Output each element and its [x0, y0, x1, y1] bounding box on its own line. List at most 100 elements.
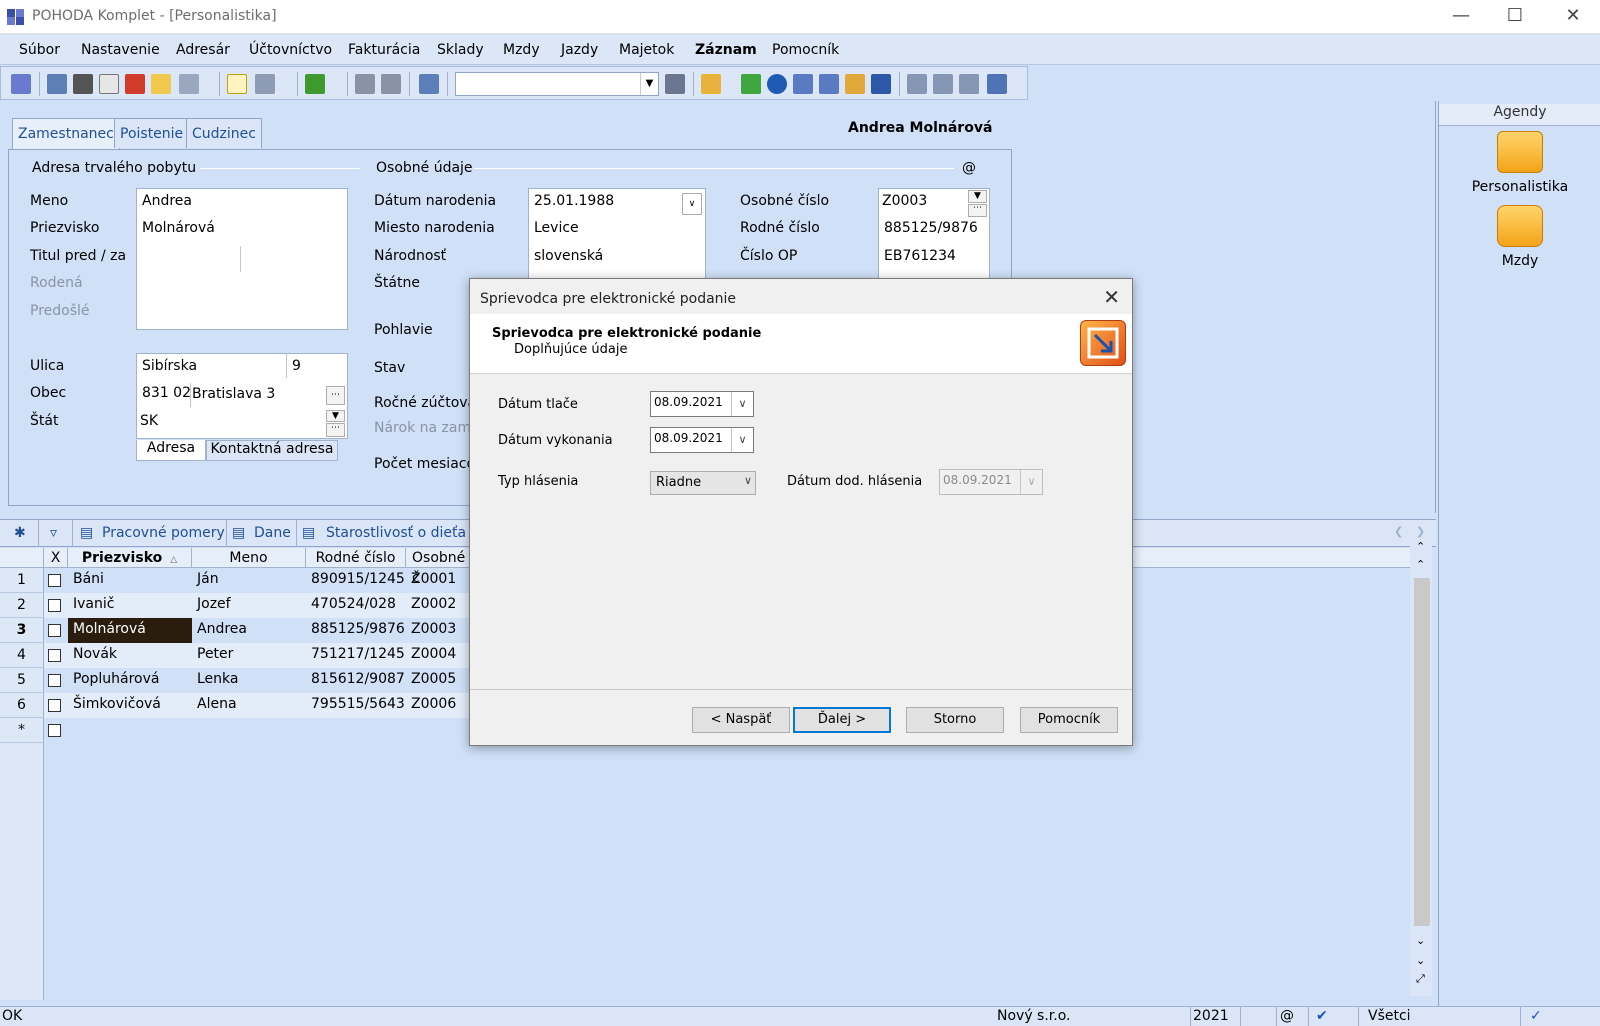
- row-checkbox[interactable]: [48, 649, 61, 662]
- duplicate-icon[interactable]: [419, 74, 439, 94]
- email-pdf-icon[interactable]: [151, 74, 171, 94]
- table-row[interactable]: 2 Ivanič Jozef 470524/028 Z0002: [0, 593, 470, 618]
- coins-icon[interactable]: [845, 74, 865, 94]
- pdf-icon[interactable]: [125, 74, 145, 94]
- col-x[interactable]: X: [44, 548, 68, 568]
- menu-adresar[interactable]: Adresár: [176, 42, 230, 58]
- table-row[interactable]: 6 Šimkovičová Alena 795515/5643 Z0006: [0, 693, 470, 718]
- menu-jazdy[interactable]: Jazdy: [561, 42, 598, 58]
- osobne-cislo-dropdown-icon[interactable]: ▼: [968, 190, 987, 203]
- miesto-narodenia-field[interactable]: Levice: [534, 220, 579, 236]
- table-row-selected[interactable]: 3 Molnárová Andrea 885125/9876 Z0003: [0, 618, 470, 643]
- table-row-new[interactable]: *: [0, 718, 470, 743]
- save-all-icon[interactable]: [381, 74, 401, 94]
- row-checkbox[interactable]: [48, 699, 61, 712]
- tab-dane[interactable]: Dane: [254, 525, 291, 541]
- print-options-icon[interactable]: [179, 74, 199, 94]
- help-button[interactable]: Pomocník: [1020, 707, 1118, 733]
- camera-icon[interactable]: [701, 74, 721, 94]
- minimize-icon[interactable]: —: [1436, 0, 1486, 34]
- typ-hlasenia-select[interactable]: Riadne ∨: [650, 471, 756, 495]
- maximize-icon[interactable]: ☐: [1490, 0, 1540, 34]
- dialog-close-icon[interactable]: ✕: [1103, 285, 1120, 309]
- print-icon[interactable]: [73, 74, 93, 94]
- psc-field[interactable]: 831 02: [142, 385, 191, 401]
- list-icon[interactable]: [933, 74, 953, 94]
- menu-sklady[interactable]: Sklady: [437, 42, 484, 58]
- scroll-up-icon[interactable]: ⌃: [1416, 558, 1425, 571]
- preview-icon[interactable]: [99, 74, 119, 94]
- back-arrow-icon[interactable]: [305, 74, 325, 94]
- menu-uctovnictvo[interactable]: Účtovníctvo: [249, 42, 332, 58]
- new-record-icon[interactable]: [227, 74, 247, 94]
- chevron-right-icon[interactable]: ❯: [1416, 525, 1425, 538]
- subtab-adresa[interactable]: Adresa: [136, 440, 206, 461]
- back-button[interactable]: < Naspäť: [692, 707, 790, 733]
- chevron-down-icon[interactable]: ∨: [731, 392, 753, 416]
- next-button[interactable]: Ďalej >: [793, 707, 891, 733]
- row-checkbox[interactable]: [48, 674, 61, 687]
- table-row[interactable]: 1 Báni Ján 890915/1245 Z0001: [0, 568, 470, 593]
- stat-dropdown-icon[interactable]: ▼: [326, 410, 345, 422]
- agenda-mzdy[interactable]: Mzdy: [1439, 253, 1600, 269]
- menu-nastavenie[interactable]: Nastavenie: [81, 42, 160, 58]
- personalistika-icon[interactable]: [1497, 131, 1543, 173]
- resize-icon[interactable]: ⤢: [1416, 972, 1425, 986]
- menu-fakturacia[interactable]: Fakturácia: [348, 42, 420, 58]
- table-row[interactable]: 4 Novák Peter 751217/1245 Z0004: [0, 643, 470, 668]
- col-meno[interactable]: Meno: [192, 548, 306, 568]
- menu-subor[interactable]: Súbor: [19, 42, 60, 58]
- mzdy-icon[interactable]: [1497, 205, 1543, 247]
- toolbar-combo[interactable]: ▼: [455, 72, 659, 96]
- row-checkbox[interactable]: [48, 574, 61, 587]
- cancel-button[interactable]: Storno: [906, 707, 1004, 733]
- grid-filter-icon[interactable]: ▿: [50, 525, 57, 541]
- agenda-icon[interactable]: [11, 74, 31, 94]
- rodne-cislo-field[interactable]: 885125/9876: [884, 220, 978, 236]
- row-checkbox[interactable]: [48, 599, 61, 612]
- subtab-kontaktna-adresa[interactable]: Kontaktná adresa: [206, 440, 338, 461]
- chevron-down-icon[interactable]: ▼: [640, 73, 658, 95]
- col-rodne-cislo[interactable]: Rodné číslo: [306, 548, 406, 568]
- stat-more-icon[interactable]: ⋯: [326, 423, 345, 437]
- vertical-scrollbar[interactable]: ⌃ ⌃ ⌄ ⌄ ⤢: [1410, 540, 1432, 996]
- row-checkbox[interactable]: [48, 624, 61, 637]
- tab-poistenie[interactable]: Poistenie: [114, 118, 190, 148]
- window-icon[interactable]: [907, 74, 927, 94]
- status-sync-icon[interactable]: ✓: [1530, 1008, 1542, 1024]
- iban-icon[interactable]: [871, 74, 891, 94]
- filter-icon[interactable]: [665, 74, 685, 94]
- agenda-personalistika[interactable]: Personalistika: [1439, 179, 1600, 195]
- obec-field[interactable]: Bratislava 3: [192, 386, 275, 402]
- status-at-icon[interactable]: @: [1280, 1008, 1294, 1024]
- osobne-cislo-field[interactable]: Z0003: [882, 193, 927, 209]
- osobne-cislo-more-icon[interactable]: ⋯: [968, 204, 987, 217]
- tab-zamestnanec[interactable]: Zamestnanec: [12, 118, 120, 150]
- row-checkbox[interactable]: [48, 724, 61, 737]
- chevron-down-icon[interactable]: ∨: [731, 428, 753, 452]
- save-icon[interactable]: [355, 74, 375, 94]
- asterisk-icon[interactable]: ✱: [14, 525, 26, 541]
- narodnost-field[interactable]: slovenská: [534, 248, 603, 264]
- ulica-cislo-field[interactable]: 9: [292, 358, 301, 374]
- menu-pomocnik[interactable]: Pomocník: [772, 42, 839, 58]
- scrollbar-thumb[interactable]: [1414, 578, 1430, 926]
- ulica-field[interactable]: Sibírska: [142, 358, 197, 374]
- scroll-down-icon[interactable]: ⌄: [1416, 934, 1425, 947]
- datum-narodenia-field[interactable]: 25.01.1988: [534, 193, 614, 209]
- priezvisko-field[interactable]: Molnárová: [142, 220, 215, 236]
- cislo-op-field[interactable]: EB761234: [884, 248, 956, 264]
- col-osobne-cislo[interactable]: Osobné č: [406, 548, 470, 586]
- report-icon[interactable]: [959, 74, 979, 94]
- close-icon[interactable]: ✕: [1548, 0, 1598, 34]
- calculator-icon[interactable]: [793, 74, 813, 94]
- datum-tlace-input[interactable]: 08.09.2021 ∨: [650, 391, 754, 417]
- chevron-left-icon[interactable]: ❮: [1394, 525, 1403, 538]
- euro-icon[interactable]: [767, 74, 787, 94]
- edit-tool-icon[interactable]: [255, 74, 275, 94]
- scroll-top-icon[interactable]: ⌃: [1416, 540, 1425, 553]
- datum-vykonania-input[interactable]: 08.09.2021 ∨: [650, 427, 754, 453]
- money-icon[interactable]: [741, 74, 761, 94]
- status-check-icon[interactable]: ✔: [1316, 1008, 1328, 1024]
- datum-narodenia-dropdown-icon[interactable]: ∨: [682, 193, 702, 215]
